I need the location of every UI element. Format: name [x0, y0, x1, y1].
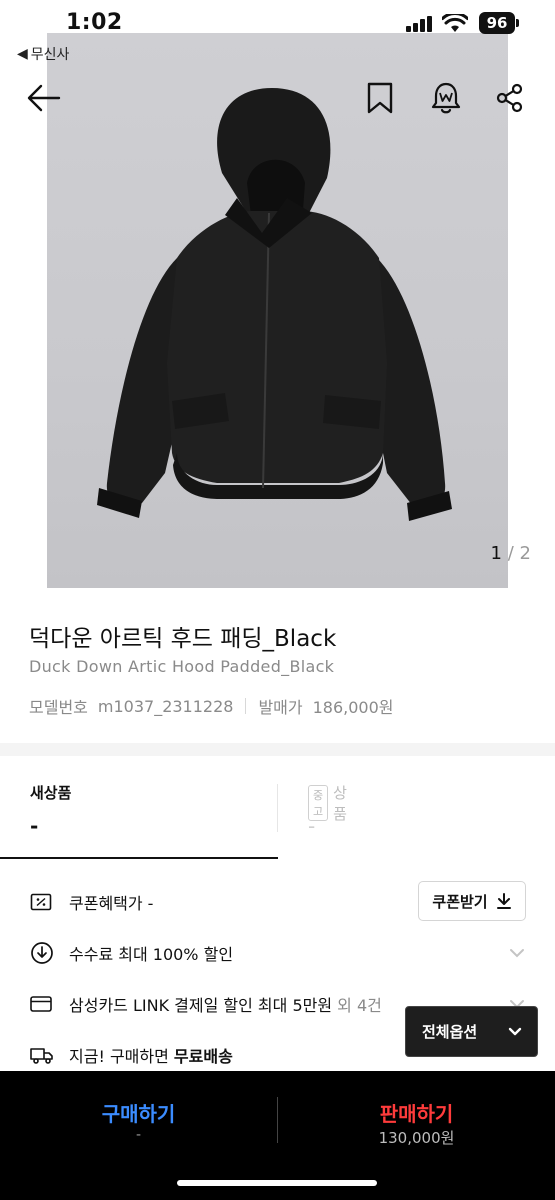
card-discount-text: 삼성카드 LINK 결제일 할인 최대 5만원 외 4건 — [69, 992, 382, 1016]
pager-separator: / — [507, 543, 514, 564]
buy-label: 구매하기 — [101, 1102, 176, 1126]
price-alert-button[interactable] — [426, 80, 466, 116]
all-options-button[interactable]: 전체옵션 — [405, 1006, 538, 1057]
share-icon — [496, 83, 523, 113]
status-bar: 1:02 96 — [0, 0, 555, 40]
delivery-truck-icon — [30, 1048, 53, 1064]
chevron-down-icon — [510, 949, 524, 958]
tab-used[interactable]: 중고 상품 - — [0, 756, 347, 859]
all-options-label: 전체옵션 — [422, 1023, 478, 1041]
coupon-price-text: 쿠폰혜택가 - — [69, 894, 154, 913]
bookmark-button[interactable] — [362, 80, 398, 116]
tab-used-text: 상품 — [333, 784, 347, 823]
free-shipping-bold: 무료배송 — [173, 1047, 233, 1066]
pager-current: 1 — [490, 543, 502, 564]
status-time: 1:02 — [66, 10, 123, 35]
product-title-en: Duck Down Artic Hood Padded_Black — [29, 657, 335, 676]
get-coupon-button[interactable]: 쿠폰받기 — [418, 881, 526, 921]
back-app-label: 무신사 — [30, 47, 70, 63]
buy-button[interactable]: 구매하기 - — [0, 1071, 277, 1171]
chevron-down-icon — [509, 1027, 522, 1035]
model-number-label: 모델번호 — [29, 698, 88, 717]
battery-indicator: 96 — [479, 12, 519, 34]
back-arrow-icon — [27, 84, 61, 112]
back-to-app[interactable]: ◀ 무신사 — [17, 44, 69, 64]
sell-button[interactable]: 판매하기 130,000원 — [278, 1071, 555, 1171]
back-button[interactable] — [24, 80, 64, 116]
condition-tabs: 새상품 - 중고 상품 - — [0, 756, 555, 859]
fee-discount-text: 수수료 최대 100% 할인 — [69, 945, 234, 964]
discount-badge-icon — [31, 942, 53, 964]
free-shipping-prefix: 지금! 구매하면 — [69, 1047, 174, 1066]
fee-discount-row[interactable]: 수수료 최대 100% 할인 — [0, 933, 555, 973]
card-discount-more: 외 4건 — [332, 996, 382, 1015]
alert-bell-icon — [431, 82, 461, 114]
coupon-icon — [30, 893, 52, 911]
product-info: 덕다운 아르틱 후드 패딩_Black Duck Down Artic Hood… — [0, 588, 555, 743]
model-number-value: m1037_2311228 — [97, 696, 234, 716]
active-tab-indicator — [0, 857, 278, 859]
release-price-label: 발매가 — [258, 698, 303, 717]
share-button[interactable] — [492, 80, 528, 116]
product-image-gallery[interactable]: 1:02 96 ◀ 무신사 1 / 2 — [0, 0, 555, 588]
wifi-icon — [442, 14, 468, 32]
product-title: 덕다운 아르틱 후드 패딩_Black — [29, 626, 337, 652]
section-divider — [0, 743, 555, 756]
signal-icon — [406, 16, 432, 32]
get-coupon-label: 쿠폰받기 — [432, 892, 488, 911]
download-icon — [496, 893, 511, 909]
pager-total: 2 — [519, 543, 531, 564]
sell-price: 130,000원 — [378, 1129, 455, 1147]
jacket-photo — [97, 88, 452, 521]
card-discount-main: 삼성카드 LINK 결제일 할인 최대 5만원 — [69, 996, 333, 1015]
coupon-row: 쿠폰혜택가 - 쿠폰받기 — [0, 881, 555, 922]
image-pager: 1 / 2 — [491, 543, 531, 564]
tab-divider — [277, 784, 278, 832]
product-meta: 모델번호 m1037_2311228 발매가 186,000원 — [29, 694, 394, 718]
tab-used-price: - — [308, 814, 316, 838]
release-price-value: 186,000원 — [312, 698, 394, 717]
buy-price: - — [135, 1127, 142, 1143]
meta-divider — [245, 698, 247, 714]
back-triangle-icon: ◀ — [17, 46, 28, 62]
free-shipping-text: 지금! 구매하면 무료배송 — [69, 1043, 233, 1067]
home-indicator[interactable] — [177, 1180, 377, 1186]
bookmark-icon — [367, 82, 393, 114]
sell-label: 판매하기 — [379, 1102, 454, 1126]
credit-card-icon — [30, 996, 52, 1012]
